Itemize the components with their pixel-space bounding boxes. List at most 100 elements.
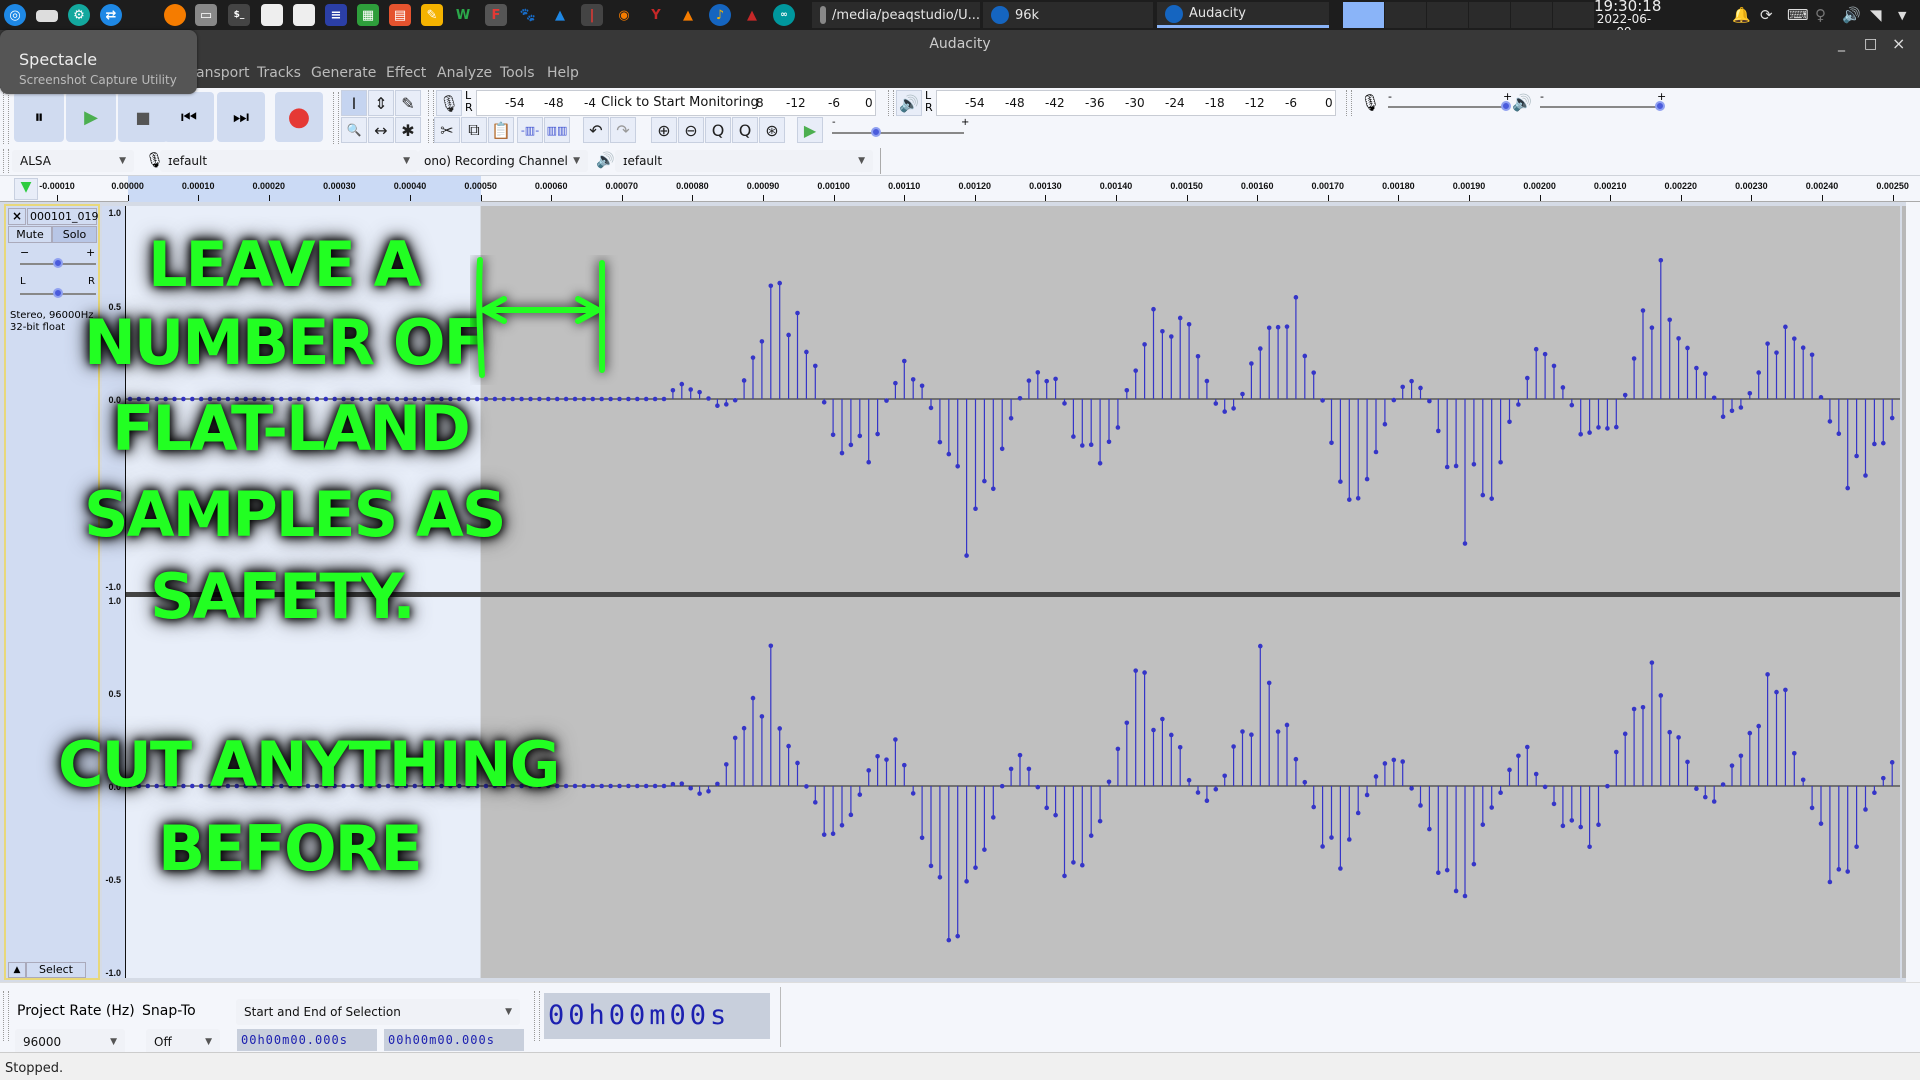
timeline-ruler[interactable]: ▼ -0.00010 0.00000 0.00010 0.00020 0.00030 0.… bbox=[0, 176, 1920, 202]
recording-device-select[interactable]: ɪefault ▼ bbox=[160, 150, 418, 172]
arduino-icon[interactable]: ∞ bbox=[773, 4, 795, 26]
writer-icon[interactable]: ≡ bbox=[325, 4, 347, 26]
trim-button[interactable]: -▥- bbox=[517, 117, 543, 143]
desktop-3[interactable] bbox=[1427, 2, 1469, 28]
impress-icon[interactable]: ▤ bbox=[389, 4, 411, 26]
track-name-menu[interactable]: 000101_019▼ bbox=[27, 208, 99, 236]
mixer-grip[interactable] bbox=[1346, 90, 1352, 116]
play-at-speed-button[interactable]: ▶ bbox=[797, 117, 823, 143]
volume-icon[interactable]: 🔊 bbox=[1842, 6, 1861, 24]
stop-button[interactable]: ■ bbox=[118, 92, 168, 142]
ruler-selection[interactable] bbox=[127, 176, 481, 202]
document-viewer-icon[interactable] bbox=[261, 4, 283, 26]
task-96k[interactable]: 96k bbox=[983, 2, 1153, 28]
select-track-button[interactable]: Select bbox=[26, 962, 86, 978]
kde-connect-icon[interactable]: ⇄ bbox=[100, 4, 122, 26]
maximize-button[interactable]: □ bbox=[1864, 30, 1877, 58]
task-file-manager[interactable]: /media/peaqstudio/U... bbox=[812, 2, 980, 28]
paste-button[interactable]: 📋 bbox=[488, 117, 514, 143]
play-meter[interactable]: -54 -48 -42 -36 -30 -24 -18 -12 -6 0 bbox=[936, 90, 1336, 116]
record-meter-mic-button[interactable]: 🎙 bbox=[436, 90, 462, 116]
play-meter-speaker-button[interactable]: 🔊 bbox=[896, 90, 922, 116]
desktop-2[interactable] bbox=[1385, 2, 1427, 28]
close-button[interactable]: × bbox=[1892, 30, 1905, 58]
record-volume-knob[interactable] bbox=[1501, 101, 1511, 111]
gain-knob[interactable] bbox=[53, 258, 63, 268]
silence-button[interactable]: ▥▥ bbox=[544, 117, 570, 143]
redo-button[interactable]: ↷ bbox=[610, 117, 636, 143]
vertical-scrollbar[interactable] bbox=[1902, 206, 1906, 978]
zoom-out-button[interactable]: ⊖ bbox=[678, 117, 704, 143]
draw-tool[interactable]: ✎ bbox=[395, 90, 421, 116]
keyboard-icon[interactable]: ⌨ bbox=[1787, 6, 1809, 24]
terminal-icon[interactable]: $_ bbox=[228, 4, 250, 26]
record-volume-slider[interactable] bbox=[1388, 106, 1506, 108]
bulb-icon[interactable]: ♀ bbox=[1815, 6, 1826, 24]
menu-tools[interactable]: Tools bbox=[500, 65, 535, 81]
wine-icon[interactable]: Y bbox=[645, 4, 667, 26]
undo-button[interactable]: ↶ bbox=[583, 117, 609, 143]
gimp-icon[interactable]: 🐾 bbox=[517, 4, 539, 26]
record-button[interactable]: ● bbox=[275, 92, 323, 142]
playback-device-select[interactable]: ɪefault ▼ bbox=[615, 150, 873, 172]
file-manager-icon[interactable]: ▭ bbox=[195, 4, 217, 26]
zoom-in-button[interactable]: ⊕ bbox=[651, 117, 677, 143]
mute-button[interactable]: Mute bbox=[8, 226, 52, 243]
sync-icon[interactable]: ⟳ bbox=[1760, 6, 1773, 24]
firefox-icon[interactable] bbox=[164, 4, 186, 26]
wps-icon[interactable]: W bbox=[452, 4, 474, 26]
notifications-icon[interactable]: 🔔 bbox=[1732, 6, 1751, 24]
track-close-button[interactable]: × bbox=[8, 208, 26, 225]
fontforge-icon[interactable]: F bbox=[485, 4, 507, 26]
meter-grip[interactable] bbox=[428, 90, 434, 116]
collapse-track-button[interactable]: ▲ bbox=[8, 962, 26, 978]
app-launcher-icon[interactable]: ◎ bbox=[4, 4, 26, 26]
time-grip[interactable] bbox=[534, 991, 540, 1041]
wifi-icon[interactable]: ◥ bbox=[1870, 6, 1882, 24]
fit-project-button[interactable]: Q bbox=[732, 117, 758, 143]
zoom-tool[interactable]: 🔍 bbox=[341, 117, 367, 143]
text-editor-icon[interactable] bbox=[293, 4, 315, 26]
solo-button[interactable]: Solo bbox=[52, 226, 97, 243]
device-grip[interactable] bbox=[3, 149, 9, 173]
minimize-button[interactable]: _ bbox=[1838, 30, 1845, 58]
start-monitoring-prompt[interactable]: Click to Start Monitoring bbox=[601, 95, 759, 110]
menu-effect[interactable]: Effect bbox=[386, 65, 426, 81]
selection-grip[interactable] bbox=[3, 991, 9, 1041]
skip-to-end-button[interactable]: ⏭ bbox=[217, 92, 265, 142]
pause-button[interactable]: ⏸ bbox=[14, 92, 64, 142]
playback-volume-knob[interactable] bbox=[1655, 101, 1665, 111]
menu-transport[interactable]: ansport bbox=[196, 65, 249, 81]
blender-icon[interactable]: ◉ bbox=[613, 4, 635, 26]
desktop-1[interactable] bbox=[1343, 2, 1385, 28]
recording-channels-select[interactable]: ono) Recording Channel ▼ bbox=[418, 150, 588, 172]
envelope-tool[interactable]: ⇕ bbox=[368, 90, 394, 116]
show-desktop-icon[interactable] bbox=[36, 10, 58, 22]
multi-tool[interactable]: ✱ bbox=[395, 117, 421, 143]
zoom-toggle-button[interactable]: ⊛ bbox=[759, 117, 785, 143]
copy-button[interactable]: ⧉ bbox=[461, 117, 487, 143]
tray-expand-icon[interactable]: ▼ bbox=[1898, 9, 1906, 22]
tools-grip[interactable] bbox=[333, 92, 339, 144]
selection-start-time[interactable]: 00h00m00.000s bbox=[237, 1029, 377, 1051]
toolbar-grip[interactable] bbox=[3, 92, 9, 144]
inkscape-icon[interactable]: ▲ bbox=[549, 4, 571, 26]
audio-position-time[interactable]: 00h00m00s bbox=[544, 993, 770, 1039]
record-meter[interactable]: -54 -48 -4 Click to Start Monitoring 8 -… bbox=[476, 90, 876, 116]
selection-tool[interactable]: I bbox=[341, 90, 367, 116]
selection-end-time[interactable]: 00h00m00.000s bbox=[384, 1029, 524, 1051]
skip-to-start-button[interactable]: ⏮ bbox=[164, 92, 214, 142]
menu-analyze[interactable]: Analyze bbox=[437, 65, 492, 81]
cut-button[interactable]: ✂ bbox=[434, 117, 460, 143]
calc-icon[interactable]: ▦ bbox=[357, 4, 379, 26]
menu-tracks[interactable]: Tracks bbox=[257, 65, 301, 81]
fit-selection-button[interactable]: Q bbox=[705, 117, 731, 143]
play-speed-knob[interactable] bbox=[870, 127, 881, 137]
settings-icon[interactable]: ⚙ bbox=[68, 4, 90, 26]
play-meter-grip[interactable] bbox=[888, 90, 894, 116]
desktop-4[interactable] bbox=[1469, 2, 1511, 28]
audio-host-select[interactable]: ALSA ▼ bbox=[12, 150, 134, 172]
playback-volume-slider[interactable] bbox=[1540, 106, 1660, 108]
audacity-icon[interactable]: ♪ bbox=[709, 4, 731, 26]
menu-generate[interactable]: Generate bbox=[311, 65, 376, 81]
